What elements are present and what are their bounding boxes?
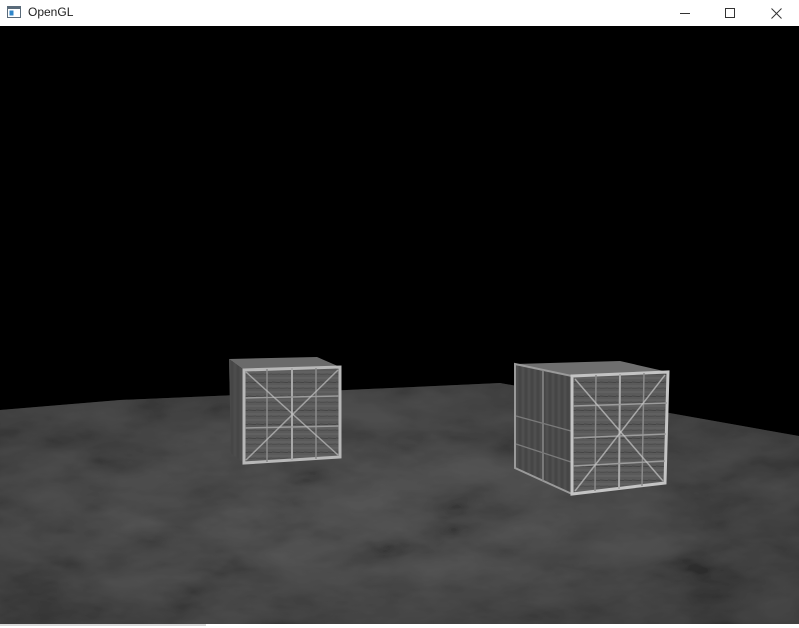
border-segment <box>0 624 206 626</box>
close-icon <box>770 7 782 19</box>
title-bar[interactable]: OpenGL <box>0 0 799 26</box>
opengl-window: OpenGL <box>0 0 799 628</box>
opengl-viewport[interactable] <box>0 26 799 624</box>
minimize-button[interactable] <box>662 0 708 26</box>
close-button[interactable] <box>753 0 799 26</box>
minimize-icon <box>680 13 690 14</box>
floor-plane <box>0 383 799 624</box>
window-title: OpenGL <box>28 5 74 19</box>
maximize-button[interactable] <box>707 0 753 26</box>
wooden-crate-left <box>229 357 342 465</box>
window-bottom-border <box>0 624 799 628</box>
scene-render <box>0 357 799 624</box>
opengl-window-icon <box>7 6 21 18</box>
wooden-crate-right <box>514 361 670 496</box>
maximize-icon <box>725 8 735 18</box>
